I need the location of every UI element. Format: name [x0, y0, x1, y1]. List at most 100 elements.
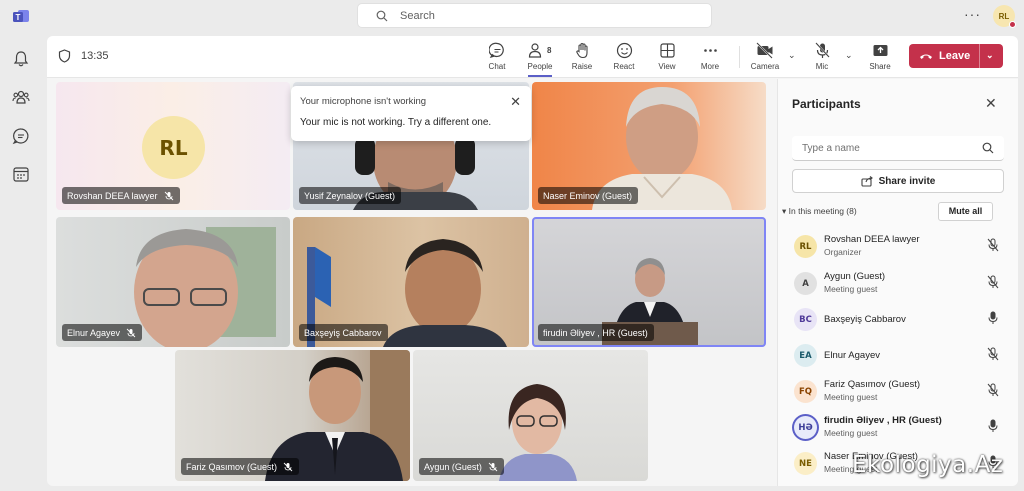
svg-text:T: T [16, 13, 21, 22]
share-button[interactable]: Share [860, 40, 900, 71]
search-icon [982, 142, 994, 154]
video-tile-baxseyis[interactable]: Baxşeyiş Cabbarov [293, 217, 529, 347]
participant-avatar: RL [794, 235, 817, 258]
tile-name: firudin Əliyev , HR (Guest) [543, 327, 648, 338]
shield-icon[interactable] [58, 49, 71, 63]
more-button[interactable]: More [690, 40, 730, 71]
participant-row[interactable]: HƏ firudin Əliyev , HR (Guest) Meeting gue… [792, 412, 1007, 448]
participant-row[interactable]: BC Baxşeyiş Cabbarov [792, 304, 1007, 340]
people-label: People [527, 62, 553, 71]
raise-label: Raise [571, 62, 593, 71]
video-tile-rovshan[interactable]: RL Rovshan DEEA lawyer [56, 82, 290, 210]
people-button[interactable]: 8 People [520, 40, 560, 77]
raise-hand-icon [575, 42, 588, 59]
calendar-icon[interactable] [12, 165, 30, 183]
mic-off-icon [164, 191, 173, 200]
react-button[interactable]: React [604, 40, 644, 71]
mic-off-icon[interactable] [987, 347, 999, 361]
phone-hangup-icon [920, 54, 932, 59]
video-tile-fariz[interactable]: Fariz Qasımov (Guest) [175, 350, 410, 481]
participant-row[interactable]: FQ Fariz Qasımov (Guest) Meeting guest [792, 376, 1007, 412]
tile-name: Elnur Agayev [67, 327, 121, 338]
mic-off-icon [814, 42, 830, 58]
search-icon [376, 10, 388, 21]
view-button[interactable]: View [647, 40, 687, 71]
mic-options-chevron-icon[interactable]: ⌄ [845, 50, 853, 61]
mic-on-icon[interactable] [987, 419, 999, 433]
mic-label: Mic [815, 62, 829, 71]
mute-all-button[interactable]: Mute all [938, 202, 993, 221]
participant-avatar: BC [794, 308, 817, 331]
user-initials: RL [998, 11, 1010, 21]
user-avatar[interactable]: RL [993, 5, 1016, 28]
camera-options-chevron-icon[interactable]: ⌄ [788, 50, 796, 61]
teams-logo-icon[interactable]: T [12, 7, 30, 25]
tile-name-tag: Elnur Agayev [62, 324, 143, 341]
tile-name-tag: firudin Əliyev , HR (Guest) [538, 324, 654, 341]
left-rail [0, 32, 42, 491]
in-meeting-header[interactable]: ▾ In this meeting (8) [782, 206, 857, 217]
more-options-icon[interactable]: ··· [964, 6, 981, 22]
tile-name: Yusif Zeynalov (Guest) [304, 190, 396, 201]
leave-options-chevron-icon[interactable]: ⌄ [986, 50, 994, 61]
top-bar: T Search ··· RL [0, 0, 1024, 32]
video-tile-naser[interactable]: Naser Eminov (Guest) [532, 82, 766, 210]
chat-label: Chat [488, 62, 506, 71]
mic-off-icon[interactable] [987, 383, 999, 397]
search-input[interactable]: Search [357, 3, 712, 28]
mic-on-icon[interactable] [987, 311, 999, 325]
toast-title: Your microphone isn't working [300, 96, 427, 107]
share-icon [873, 45, 887, 56]
video-tile-firudin[interactable]: firudin Əliyev , HR (Guest) [532, 217, 766, 347]
chat-button[interactable]: Chat [477, 40, 517, 71]
react-icon [616, 42, 632, 59]
meeting-window: 13:35 Chat 8 People Raise React View Mor… [47, 36, 1018, 486]
participant-role: Meeting guest [824, 428, 878, 438]
camera-label: Camera [750, 62, 780, 71]
bell-icon[interactable] [12, 50, 30, 68]
presence-dot [1009, 21, 1016, 28]
participant-row[interactable]: RL Rovshan DEEA lawyer Organizer [792, 231, 1007, 267]
mic-off-icon[interactable] [987, 238, 999, 252]
meeting-toolbar: 13:35 Chat 8 People Raise React View Mor… [47, 36, 1018, 78]
video-tile-aygun[interactable]: Aygun (Guest) [413, 350, 648, 481]
mic-warning-toast: Your microphone isn't working Your mic i… [291, 86, 531, 141]
teams-icon[interactable] [12, 88, 30, 106]
more-label: More [700, 62, 720, 71]
toast-message: Your mic is not working. Try a different… [300, 117, 492, 128]
tile-name-tag: Naser Eminov (Guest) [538, 187, 639, 204]
raise-hand-button[interactable]: Raise [562, 40, 602, 71]
participant-search-input[interactable]: Type a name [792, 136, 1004, 161]
mic-off-icon[interactable] [987, 275, 999, 289]
participant-name: firudin Əliyev , HR (Guest) [824, 415, 942, 426]
meeting-timer: 13:35 [81, 50, 109, 62]
participant-name: Rovshan DEEA lawyer [824, 234, 920, 245]
mic-button[interactable]: Mic [802, 40, 842, 71]
share-invite-button[interactable]: Share invite [792, 169, 1004, 193]
participant-search-placeholder: Type a name [802, 143, 860, 154]
react-label: React [613, 62, 635, 71]
panel-title: Participants [792, 97, 861, 111]
participant-role: Organizer [824, 247, 862, 257]
participant-row[interactable]: EA Elnur Agayev [792, 340, 1007, 376]
chat-icon [488, 42, 504, 58]
participant-avatar: NE [794, 452, 817, 475]
collapse-chevron-icon: ▾ [782, 206, 787, 216]
participant-avatar: EA [794, 344, 817, 367]
tile-name: Baxşeyiş Cabbarov [304, 327, 382, 338]
chat-rail-icon[interactable] [12, 127, 30, 145]
participant-row[interactable]: A Aygun (Guest) Meeting guest [792, 268, 1007, 304]
people-count-badge: 8 [547, 46, 552, 55]
participant-name: Fariz Qasımov (Guest) [824, 379, 921, 390]
participant-avatar: FQ [794, 380, 817, 403]
camera-button[interactable]: Camera [745, 40, 785, 71]
video-tile-elnur[interactable]: Elnur Agayev [56, 217, 290, 347]
tile-name: Rovshan DEEA lawyer [67, 190, 158, 201]
view-icon [659, 43, 675, 58]
mic-off-icon [126, 328, 136, 337]
close-panel-icon[interactable]: ✕ [985, 95, 997, 112]
participants-panel: Participants ✕ Type a name Share invite … [777, 79, 1018, 486]
leave-button[interactable]: Leave ⌄ [909, 44, 1003, 68]
close-toast-icon[interactable]: ✕ [510, 94, 521, 110]
search-placeholder: Search [400, 9, 435, 22]
